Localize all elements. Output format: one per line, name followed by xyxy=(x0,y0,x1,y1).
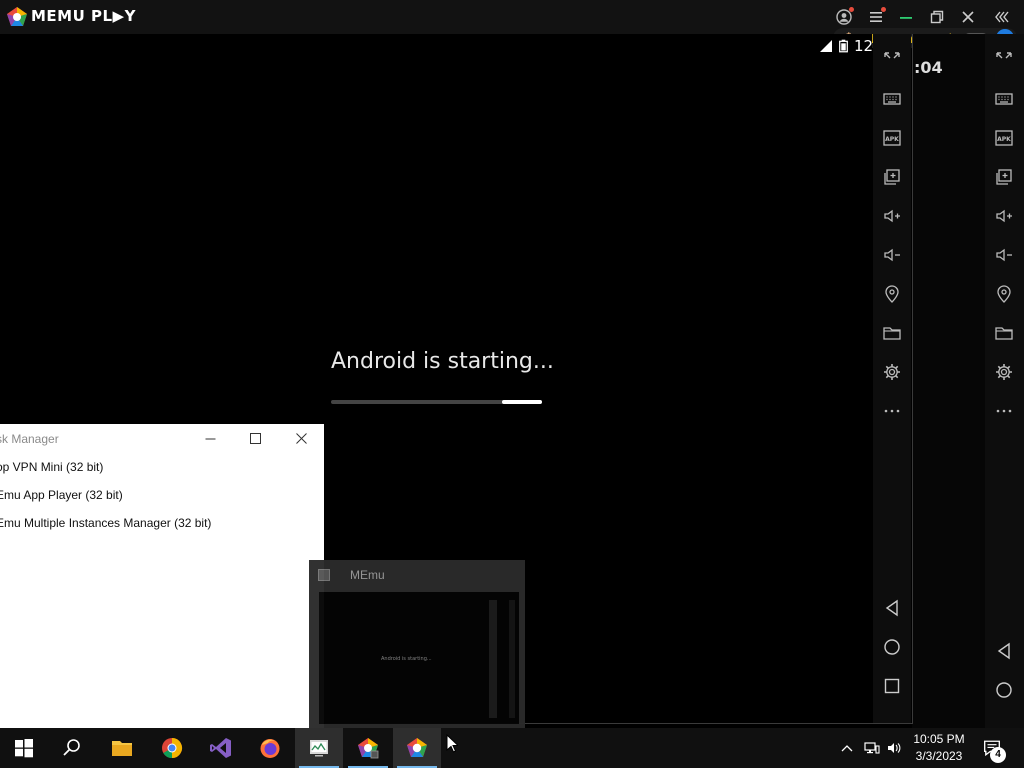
apk-icon[interactable]: APK xyxy=(880,126,904,150)
window-frame-right xyxy=(912,34,913,724)
task-manager-process-list: op VPN Mini (32 bit) Emu App Player (32 … xyxy=(0,458,211,542)
memu-logo-icon xyxy=(6,6,28,28)
folder-icon[interactable] xyxy=(880,321,904,345)
apk-icon[interactable]: APK xyxy=(992,126,1016,150)
preview-thumbnail: Android is starting... xyxy=(319,592,519,724)
volume-icon[interactable] xyxy=(884,728,904,768)
boot-progress-fill xyxy=(501,400,542,404)
volume-up-icon[interactable] xyxy=(992,204,1016,228)
collapse-sidebar-icon[interactable] xyxy=(991,6,1013,28)
taskbar-time: 10:05 PM xyxy=(913,732,965,746)
volume-down-icon[interactable] xyxy=(992,243,1016,267)
chrome-icon[interactable] xyxy=(148,728,196,768)
volume-up-icon[interactable] xyxy=(880,204,904,228)
account-badge-icon xyxy=(849,7,854,12)
second-window-area xyxy=(912,34,985,734)
account-icon[interactable] xyxy=(833,6,855,28)
firefox-icon[interactable] xyxy=(246,728,294,768)
memu-icon[interactable] xyxy=(393,728,441,768)
preview-thumb-text: Android is starting... xyxy=(381,656,432,662)
preview-title: MEmu xyxy=(350,568,385,582)
windows-start-icon[interactable] xyxy=(0,728,48,768)
tm-maximize-button[interactable] xyxy=(243,428,267,448)
memu-taskbar-preview[interactable]: MEmu Android is starting... xyxy=(309,560,525,730)
tm-close-button[interactable] xyxy=(289,428,313,448)
location-icon[interactable] xyxy=(880,282,904,306)
multi-window-icon[interactable] xyxy=(880,165,904,189)
location-icon[interactable] xyxy=(992,282,1016,306)
primary-android-nav xyxy=(873,588,911,705)
boot-progress-bar xyxy=(331,400,542,404)
tray-overflow-icon[interactable] xyxy=(838,728,856,768)
apk-label: APK xyxy=(885,136,899,143)
folder-icon[interactable] xyxy=(992,321,1016,345)
settings-icon[interactable] xyxy=(992,360,1016,384)
preview-thumb-sidebar xyxy=(509,600,515,718)
volume-down-icon[interactable] xyxy=(880,243,904,267)
fullscreen-icon[interactable] xyxy=(992,48,1016,72)
close-button[interactable] xyxy=(957,6,979,28)
keyboard-icon[interactable] xyxy=(880,87,904,111)
signal-icon xyxy=(820,40,832,52)
preview-header: MEmu xyxy=(309,560,525,590)
file-explorer-icon[interactable] xyxy=(98,728,146,768)
minimize-button[interactable] xyxy=(895,6,917,28)
restore-button[interactable] xyxy=(926,6,948,28)
secondary-sidebar: APK xyxy=(985,40,1023,430)
process-item[interactable]: op VPN Mini (32 bit) xyxy=(0,458,211,486)
process-item[interactable]: Emu App Player (32 bit) xyxy=(0,486,211,514)
fullscreen-icon[interactable] xyxy=(880,48,904,72)
boot-message: Android is starting... xyxy=(331,349,554,374)
more-icon[interactable] xyxy=(992,399,1016,423)
process-item[interactable]: Emu Multiple Instances Manager (32 bit) xyxy=(0,514,211,542)
home-icon[interactable] xyxy=(880,635,904,659)
visual-studio-icon[interactable] xyxy=(197,728,245,768)
windows-taskbar: 10:05 PM 3/3/2023 4 xyxy=(0,728,1024,768)
settings-icon[interactable] xyxy=(880,360,904,384)
back-icon[interactable] xyxy=(880,596,904,620)
preview-thumb-sidebar xyxy=(489,600,497,718)
memu-titlebar: MEMU PL▶Y Not Connected! xyxy=(0,0,1024,48)
notification-count-badge: 4 xyxy=(990,747,1006,763)
back-icon[interactable] xyxy=(992,639,1016,663)
second-window-clock: :04 xyxy=(914,58,943,77)
task-manager-title: sk Manager xyxy=(0,432,59,446)
mouse-cursor-icon xyxy=(446,733,460,754)
taskbar-date: 3/3/2023 xyxy=(915,749,963,763)
menu-icon[interactable] xyxy=(865,6,887,28)
apk-label: APK xyxy=(997,136,1011,143)
search-icon[interactable] xyxy=(48,728,96,768)
battery-icon xyxy=(839,39,848,53)
home-icon[interactable] xyxy=(992,678,1016,702)
secondary-android-nav xyxy=(985,631,1023,709)
preview-app-icon xyxy=(318,569,330,581)
taskbar-clock[interactable]: 10:05 PM 3/3/2023 xyxy=(904,731,974,765)
memu-brand: MEMU PL▶Y xyxy=(31,7,136,25)
network-icon[interactable] xyxy=(861,728,883,768)
task-manager-icon[interactable] xyxy=(295,728,343,768)
multi-window-icon[interactable] xyxy=(992,165,1016,189)
more-icon[interactable] xyxy=(880,399,904,423)
tm-minimize-button[interactable] xyxy=(198,428,222,448)
recents-icon[interactable] xyxy=(880,674,904,698)
primary-sidebar: APK xyxy=(873,40,911,430)
menu-badge-icon xyxy=(881,7,886,12)
task-manager-window[interactable]: sk Manager op VPN Mini (32 bit) Emu App … xyxy=(0,424,324,734)
keyboard-icon[interactable] xyxy=(992,87,1016,111)
memu-multi-icon[interactable] xyxy=(344,728,392,768)
